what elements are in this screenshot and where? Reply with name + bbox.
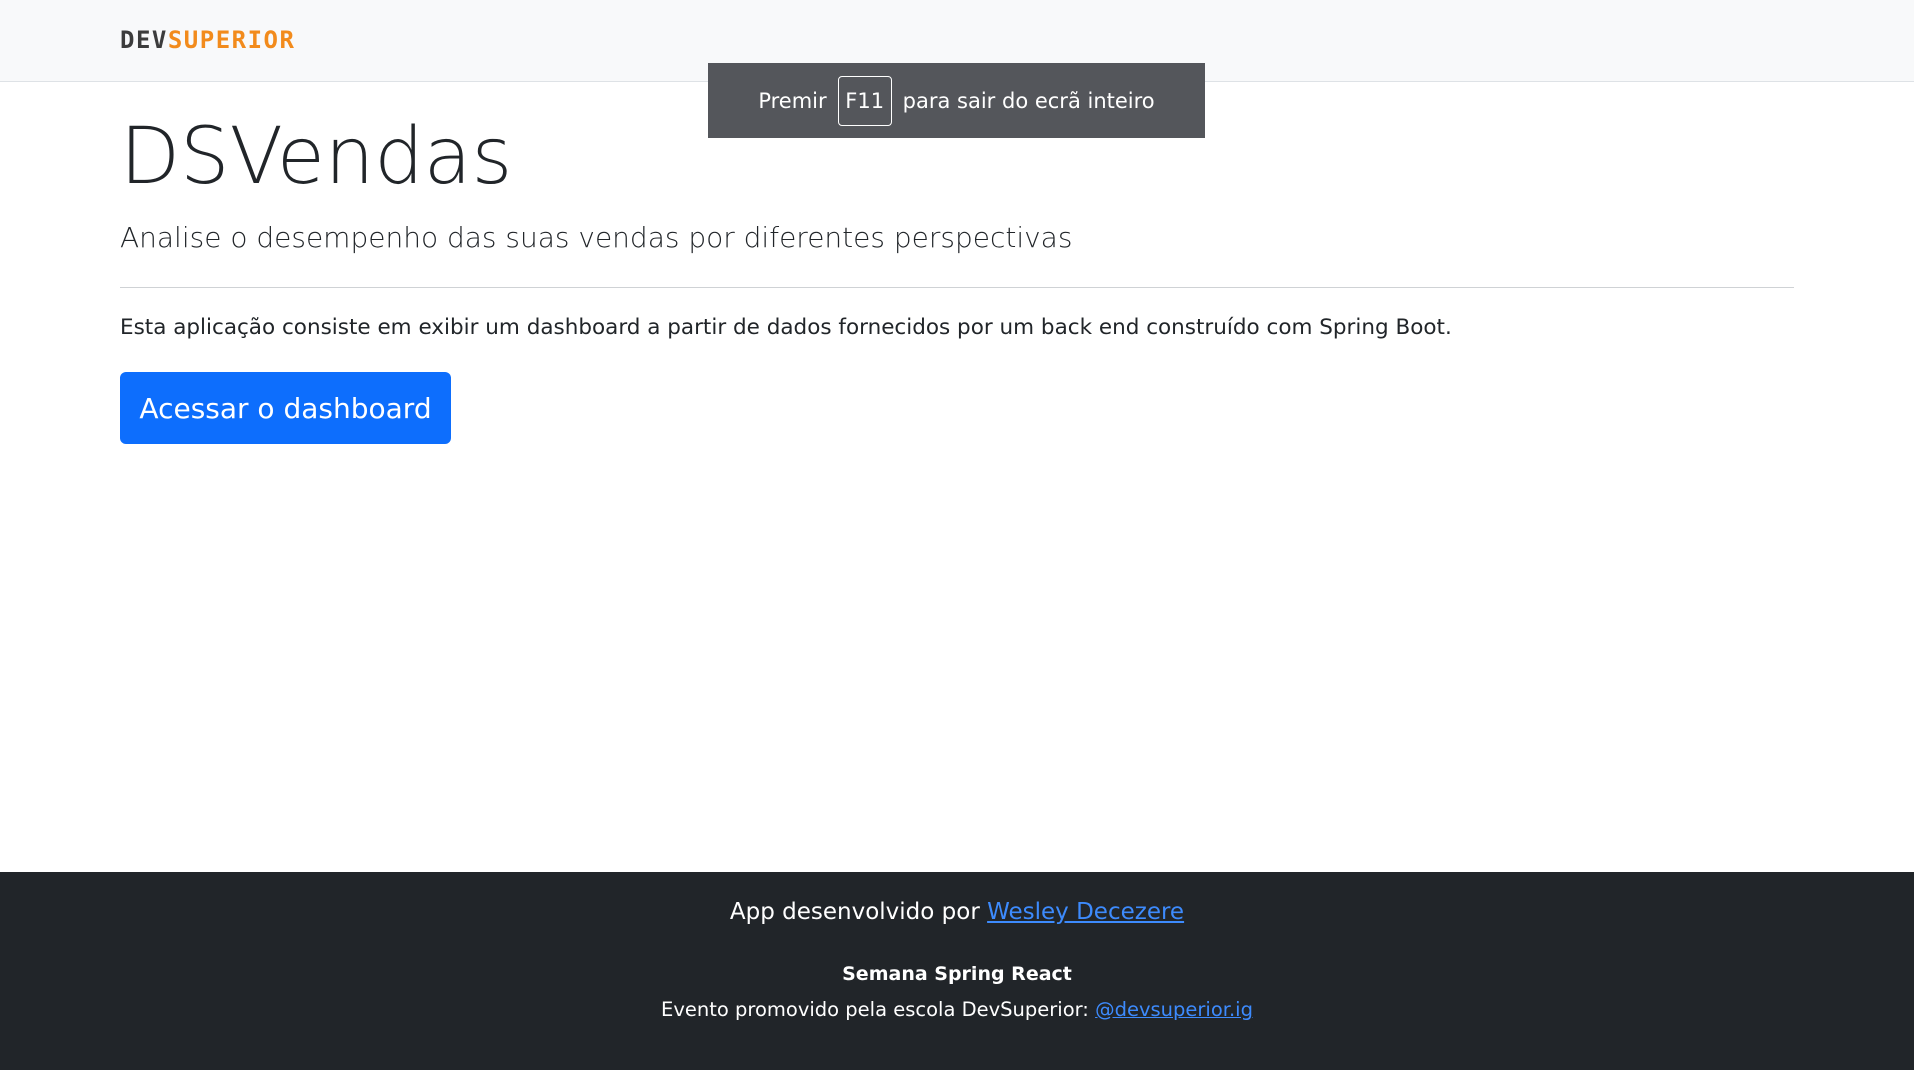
footer-credit-text: App desenvolvido por	[729, 899, 988, 925]
page-description: Esta aplicação consiste em exibir um das…	[120, 315, 1452, 340]
footer: App desenvolvido por Wesley Decezere Sem…	[0, 872, 1914, 1070]
page-subtitle: Analise o desempenho das suas vendas por…	[120, 221, 1073, 254]
footer-event-info: Evento promovido pela escola DevSuperior…	[0, 998, 1914, 1021]
fullscreen-notice-suffix: para sair do ecrã inteiro	[902, 88, 1155, 113]
fullscreen-exit-notice: Premir F11 para sair do ecrã inteiro	[708, 63, 1205, 138]
access-dashboard-button[interactable]: Acessar o dashboard	[120, 372, 451, 444]
logo-superior-text: SUPERIOR	[167, 26, 296, 54]
footer-credit: App desenvolvido por Wesley Decezere	[0, 899, 1914, 925]
author-link[interactable]: Wesley Decezere	[987, 899, 1184, 925]
footer-event-text: Evento promovido pela escola DevSuperior…	[661, 998, 1096, 1021]
logo-dev-text: DEV	[120, 26, 168, 54]
divider	[120, 287, 1794, 288]
page-title: DSVendas	[120, 112, 513, 202]
footer-event-title: Semana Spring React	[842, 963, 1072, 985]
f11-key-badge: F11	[837, 75, 892, 126]
devsuperior-logo[interactable]: DEV SUPERIOR	[120, 26, 296, 54]
fullscreen-notice-prefix: Premir	[758, 88, 827, 113]
instagram-link[interactable]: @devsuperior.ig	[1095, 998, 1253, 1021]
